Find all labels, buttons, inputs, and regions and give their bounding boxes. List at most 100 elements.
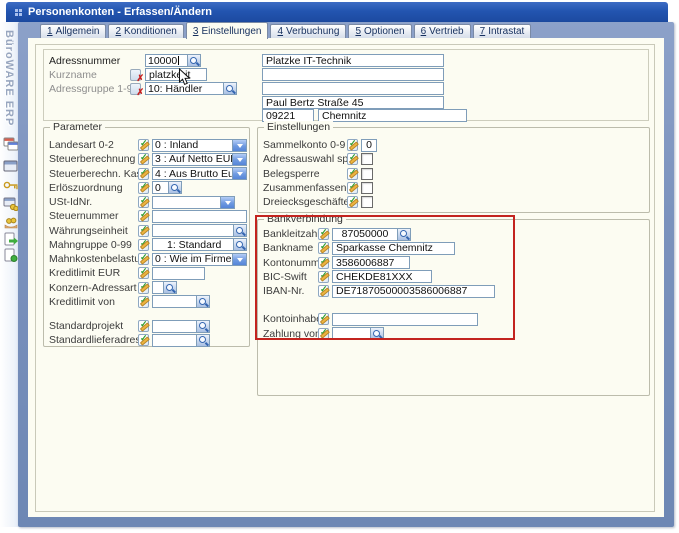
landesart-combobox[interactable]: 0 : Inland	[152, 139, 247, 152]
adressgruppe-input[interactable]: 10: Händler	[145, 82, 237, 95]
tab-allgemein[interactable]: 1Allgemein	[40, 24, 106, 38]
tab-verbuchung[interactable]: 4Verbuchung	[270, 24, 346, 38]
kontonummer-input[interactable]: 3586006887	[332, 256, 410, 269]
lookup-button[interactable]	[196, 335, 209, 346]
lookup-button[interactable]	[163, 282, 176, 293]
edit-field-icon	[318, 328, 329, 340]
field-mahnkostenbelastung: Mahnkostenbelastung 0 : Wie im Firmensta…	[44, 252, 249, 266]
steuerberechnung-combobox[interactable]: 3 : Auf Netto EUR	[152, 153, 247, 166]
edit-field-icon	[138, 296, 149, 308]
edit-field-icon	[138, 210, 149, 222]
standardprojekt-input[interactable]	[152, 320, 210, 333]
clear-field-icon[interactable]	[130, 83, 141, 95]
field-standardprojekt: Standardprojekt	[44, 319, 249, 333]
edit-field-icon	[318, 257, 329, 269]
adressauswahl-sperren-checkbox[interactable]	[361, 153, 373, 165]
lookup-button[interactable]	[370, 328, 383, 339]
sammelkonto-input[interactable]: 0	[361, 139, 377, 152]
window-titlebar[interactable]: Personenkonten - Erfassen/Ändern	[6, 2, 668, 22]
kurzname-input[interactable]: platzke it	[145, 68, 207, 81]
groupbox-title: Bankverbindung	[264, 213, 346, 225]
kreditlimit-eur-input[interactable]	[152, 267, 205, 280]
chevron-down-icon[interactable]	[232, 140, 246, 151]
erloeszuordnung-input[interactable]: 0	[152, 181, 182, 194]
bankleitzahl-input[interactable]: 87050000	[332, 228, 411, 241]
name3-input[interactable]	[262, 82, 444, 95]
tab-strip: 1Allgemein 2Konditionen 3Einstellungen 4…	[40, 24, 533, 38]
field-label: Adressgruppe 1-99	[49, 83, 130, 95]
edit-field-icon	[138, 253, 149, 265]
window-title: Personenkonten - Erfassen/Ändern	[28, 6, 212, 18]
lookup-button[interactable]	[187, 55, 200, 66]
lookup-button[interactable]	[196, 321, 209, 332]
tab-vertrieb[interactable]: 6Vertrieb	[414, 24, 471, 38]
iban-input[interactable]: DE71870500003586006887	[332, 285, 495, 298]
field-kontonummer: Kontonummer 3586006887	[258, 256, 649, 270]
zahlung-von-input[interactable]	[332, 327, 384, 340]
dreiecksgeschaefte-checkbox[interactable]	[361, 196, 373, 208]
edit-field-icon	[138, 282, 149, 294]
lookup-button[interactable]	[168, 182, 181, 193]
mahngruppe-input[interactable]: 1: Standard	[152, 238, 247, 251]
edit-field-icon	[138, 139, 149, 151]
field-waehrungseinheit: Währungseinheit	[44, 224, 249, 238]
edit-field-icon	[347, 196, 358, 208]
edit-field-icon	[138, 334, 149, 346]
steuerberechn-kasse-combobox[interactable]: 4 : Aus Brutto Euro	[152, 167, 247, 180]
address-cards-icon[interactable]	[3, 137, 19, 151]
key-icon[interactable]	[3, 178, 19, 192]
field-kreditlimit-eur: Kreditlimit EUR	[44, 266, 249, 280]
edit-field-icon	[138, 182, 149, 194]
lookup-button[interactable]	[233, 225, 246, 236]
field-sammelkonto: Sammelkonto 0-9 0	[258, 138, 649, 152]
konzern-adressart-input[interactable]	[152, 281, 177, 294]
zusammenfassende-meldung-checkbox[interactable]	[361, 182, 373, 194]
field-bankleitzahl: Bankleitzahl 87050000	[258, 227, 649, 241]
chevron-down-icon[interactable]	[232, 254, 246, 265]
tab-optionen[interactable]: 5Optionen	[348, 24, 411, 38]
field-konzern-adressart: Konzern-Adressart	[44, 281, 249, 295]
hand-coins-icon[interactable]	[3, 216, 19, 230]
adressnummer-input[interactable]: 10000	[145, 54, 201, 67]
program-window-icon[interactable]	[3, 159, 19, 173]
city-input[interactable]: Chemnitz	[318, 109, 467, 122]
bankname-input[interactable]: Sparkasse Chemnitz	[332, 242, 455, 255]
name2-input[interactable]	[262, 68, 444, 81]
lookup-button[interactable]	[196, 296, 209, 307]
street-input[interactable]: Paul Bertz Straße 45	[262, 96, 444, 109]
tab-intrastat[interactable]: 7Intrastat	[473, 24, 532, 38]
field-label: Adressnummer	[49, 55, 130, 67]
kontoinhaber-input[interactable]	[332, 313, 478, 326]
field-adressgruppe: Adressgruppe 1-99 10: Händler	[49, 82, 237, 95]
field-bankname: Bankname Sparkasse Chemnitz	[258, 241, 649, 255]
standardlieferadresse-input[interactable]	[152, 334, 210, 347]
ust-idnr-combobox[interactable]	[152, 196, 235, 209]
tab-einstellungen[interactable]: 3Einstellungen	[186, 22, 269, 39]
chevron-down-icon[interactable]	[232, 154, 246, 165]
waehrungseinheit-input[interactable]	[152, 224, 247, 237]
steuernummer-input[interactable]	[152, 210, 247, 223]
groupbox-title: Parameter	[50, 121, 105, 133]
lookup-button[interactable]	[223, 83, 236, 94]
lookup-button[interactable]	[397, 229, 410, 240]
tab-konditionen[interactable]: 2Konditionen	[108, 24, 183, 38]
bic-swift-input[interactable]: CHEKDE81XXX	[332, 270, 432, 283]
lookup-button[interactable]	[233, 239, 246, 250]
clear-field-icon[interactable]	[130, 69, 141, 81]
text-caret	[178, 56, 179, 65]
field-steuerberechnung: Steuerberechnung 3 : Auf Netto EUR	[44, 152, 249, 166]
chevron-down-icon[interactable]	[232, 168, 246, 179]
chevron-down-icon[interactable]	[220, 197, 234, 208]
einstellungen-groupbox: Einstellungen Sammelkonto 0-9 0 Adressau…	[257, 127, 650, 213]
edit-field-icon	[138, 196, 149, 208]
field-label: Kurzname	[49, 69, 130, 81]
cash-windows-icon[interactable]	[3, 197, 19, 211]
kreditlimit-von-input[interactable]	[152, 295, 210, 308]
mahnkostenbelastung-combobox[interactable]: 0 : Wie im Firmenstamm eing	[152, 253, 247, 266]
belegsperre-checkbox[interactable]	[361, 168, 373, 180]
export-document-icon[interactable]	[3, 232, 19, 246]
name1-input[interactable]: Platzke IT-Technik	[262, 54, 444, 67]
field-zusammenfassende-meldung: Zusammenfassende Meldung	[258, 181, 649, 195]
document-ok-icon[interactable]	[3, 248, 19, 262]
edit-field-icon	[138, 239, 149, 251]
